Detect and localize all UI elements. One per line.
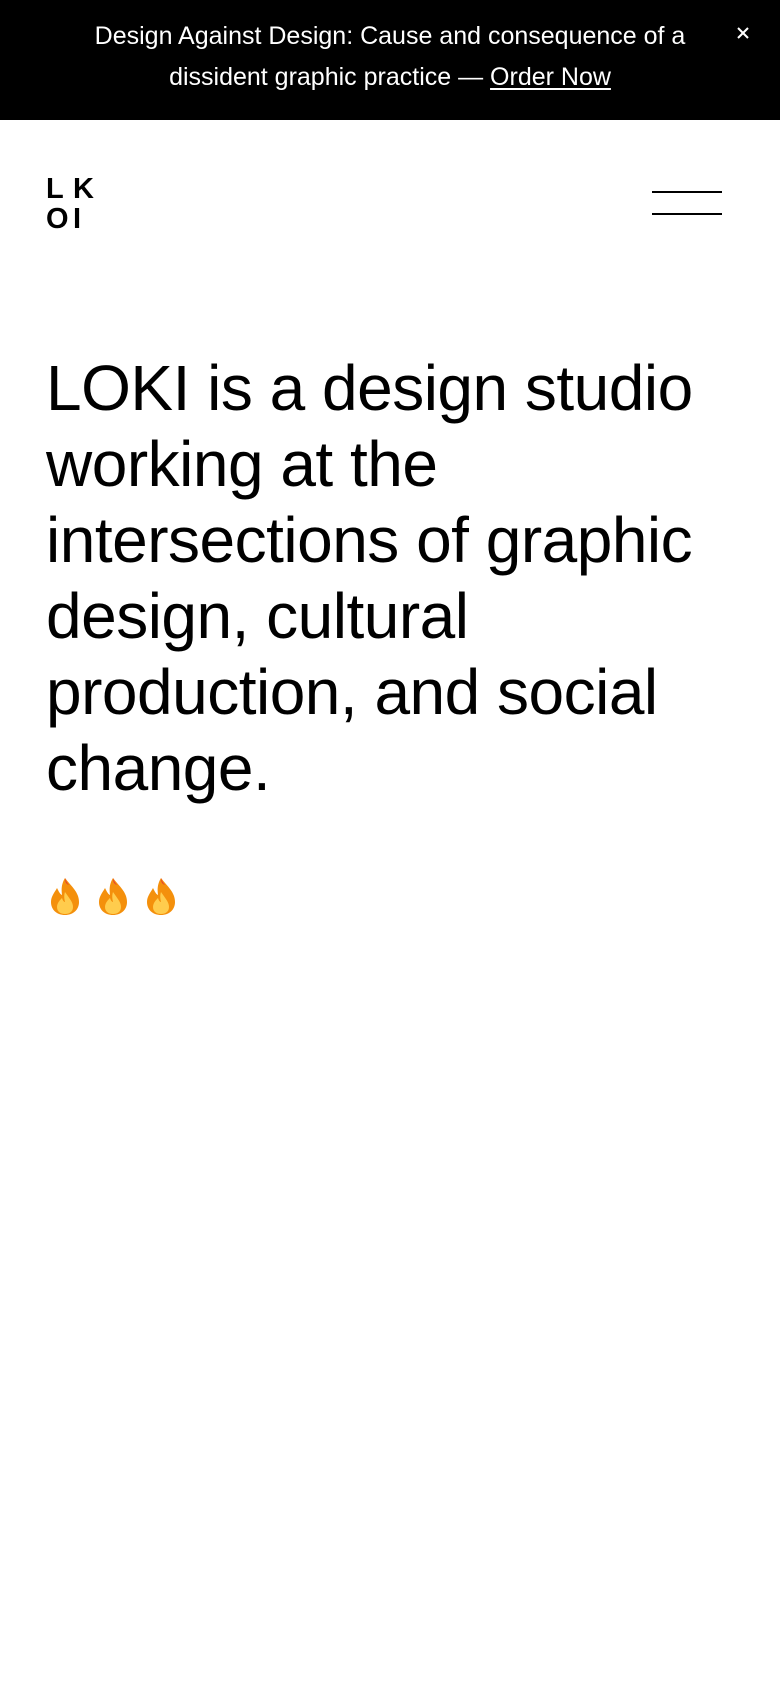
fire-emoji-icon: [99, 878, 127, 915]
fire-emoji-icon: [147, 878, 175, 915]
site-header: L K O I: [0, 120, 780, 290]
announcement-bar: Design Against Design: Cause and consequ…: [0, 0, 780, 120]
emoji-row: [46, 872, 180, 920]
hero-statement: LOKI is a design studio working at the i…: [46, 352, 693, 804]
logo-letter-k: K: [73, 173, 94, 205]
close-announcement-button[interactable]: [730, 20, 756, 46]
logo-letter-i: I: [73, 203, 82, 235]
fire-emoji-icon: [51, 878, 79, 915]
order-now-link[interactable]: Order Now: [490, 63, 611, 91]
menu-button[interactable]: [650, 182, 724, 222]
hamburger-menu-icon: [652, 191, 722, 215]
announcement-text-block: Design Against Design: Cause and consequ…: [60, 16, 720, 98]
logo-letter-l: L: [46, 173, 64, 205]
logo-letter-o: O: [46, 203, 69, 235]
close-icon: [737, 27, 749, 39]
loki-logo[interactable]: L K O I: [46, 174, 100, 234]
